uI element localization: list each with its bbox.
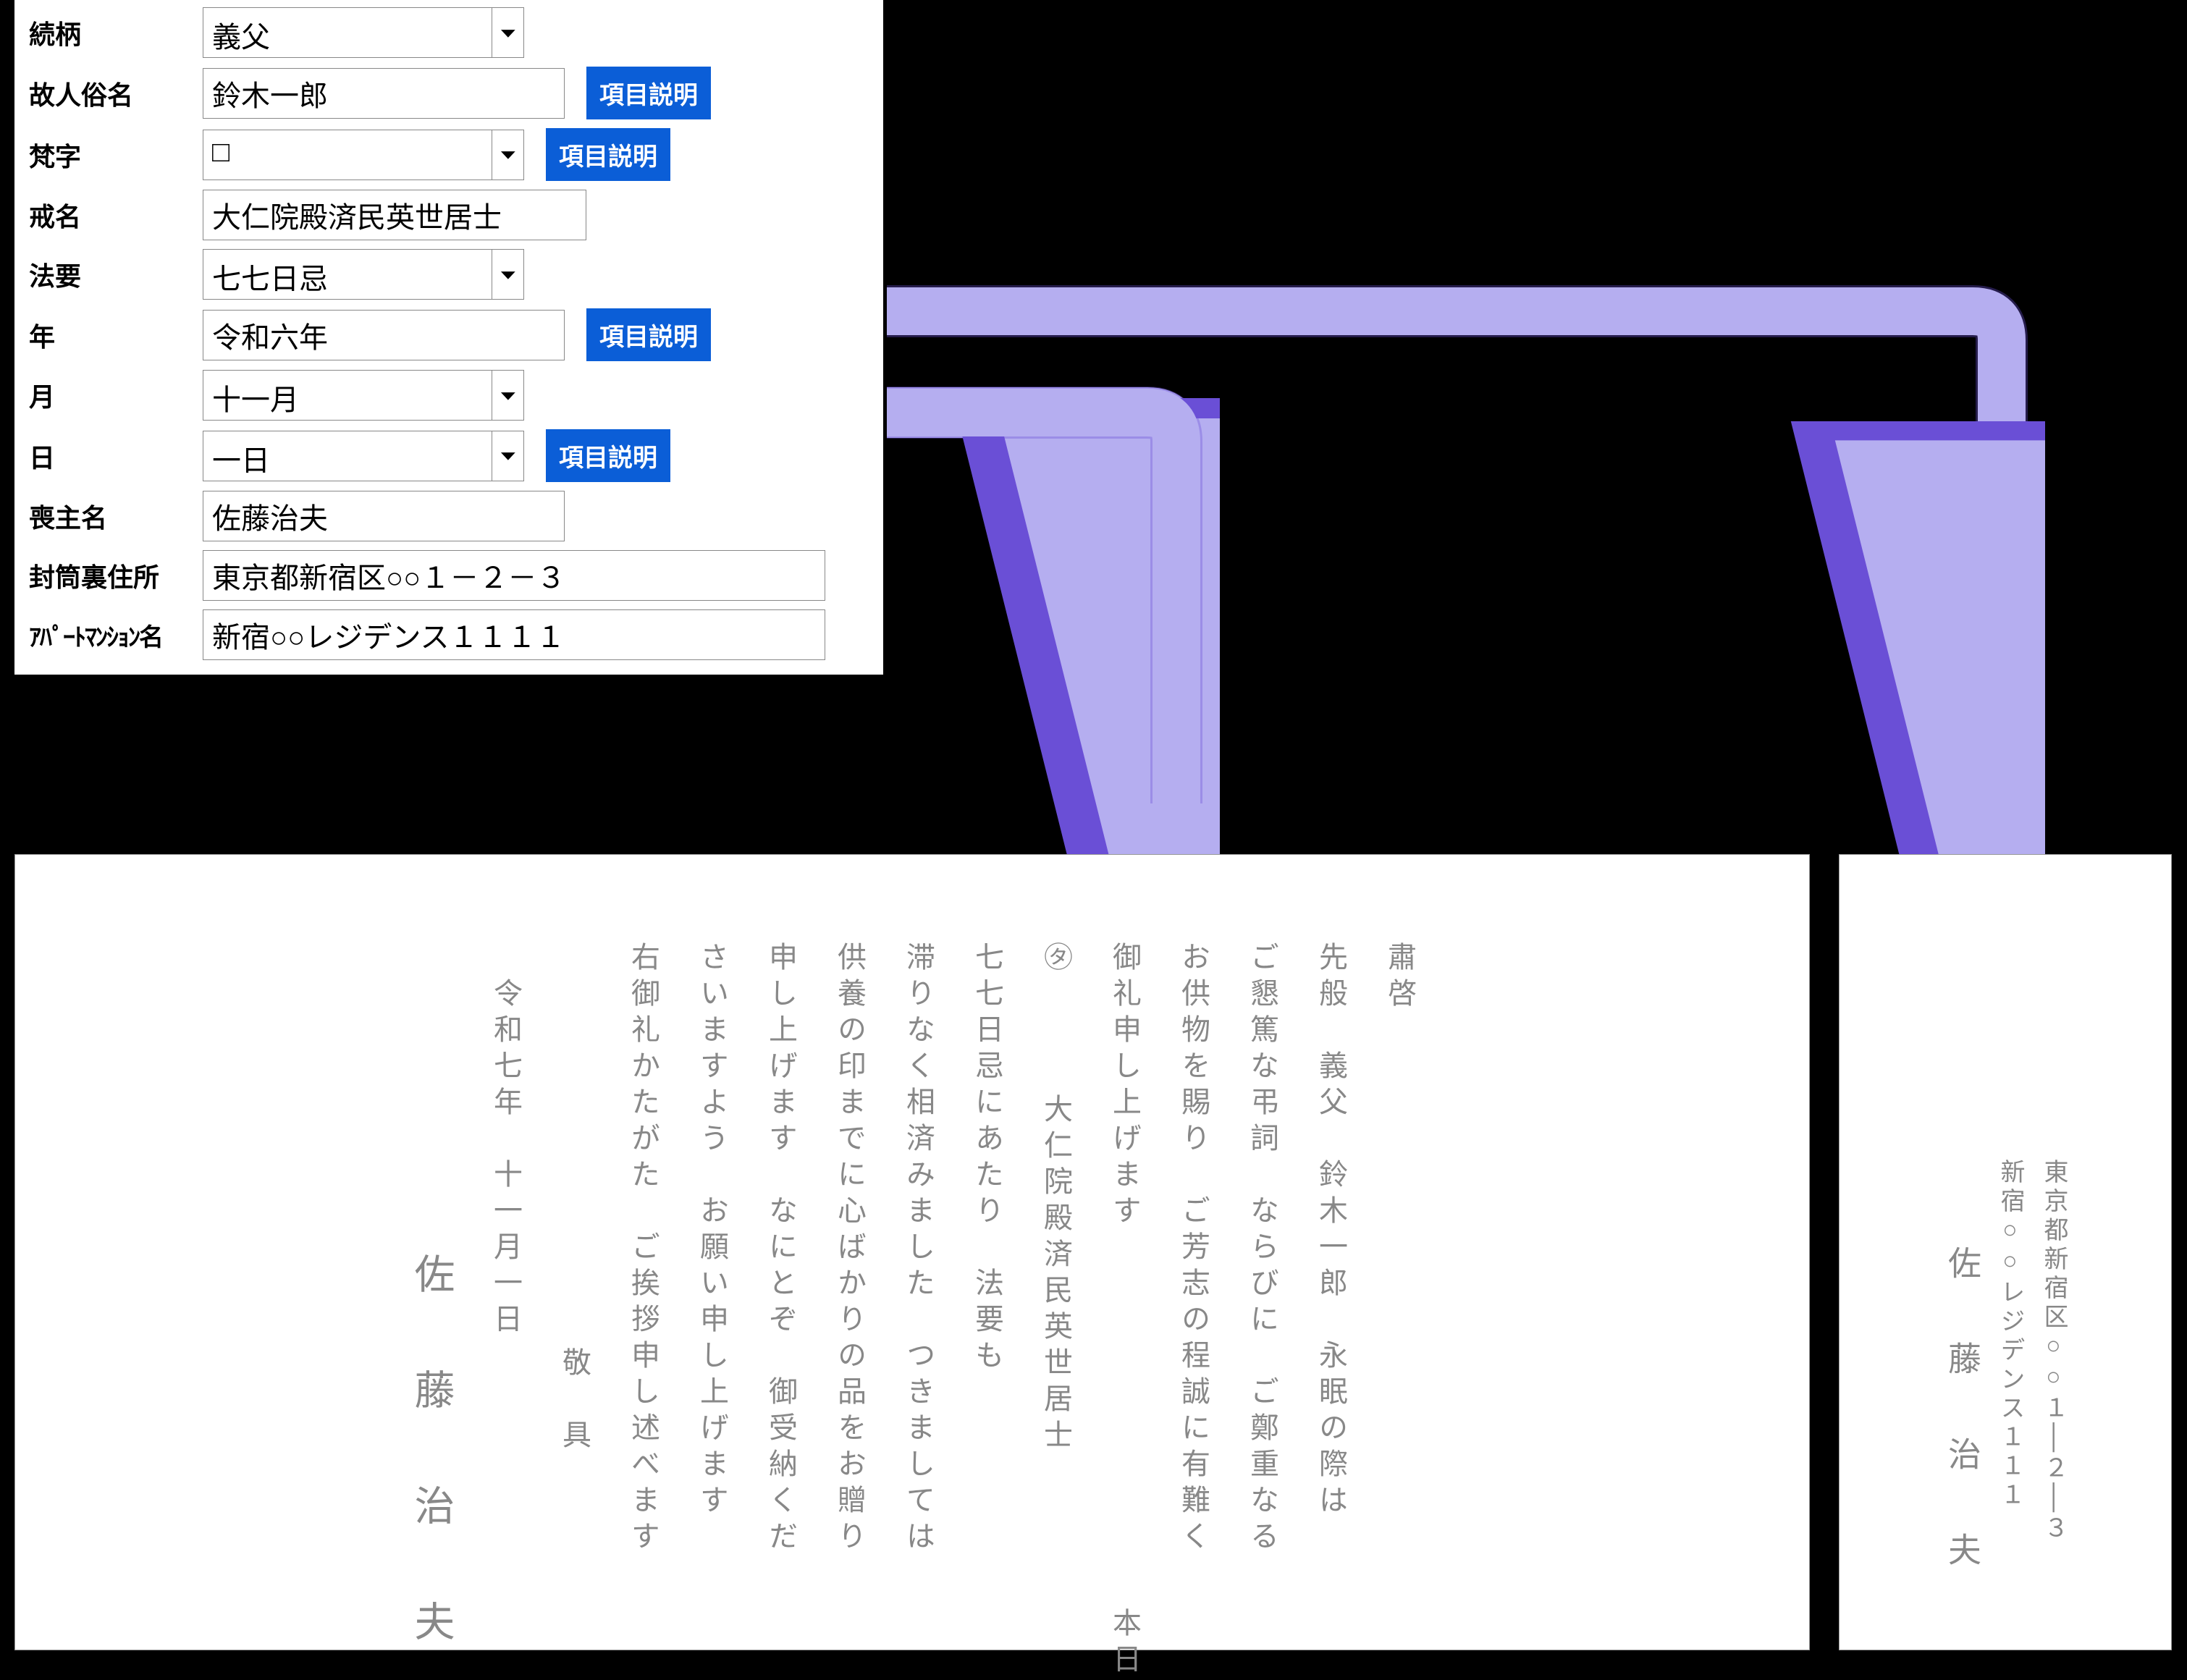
- select-month[interactable]: 十一月: [203, 370, 524, 421]
- letter-line-4: お供物を賜り ご芳志の程誠に有難く: [1179, 942, 1208, 1606]
- help-button-deceased[interactable]: 項目説明: [586, 67, 711, 119]
- arrow-to-letter: [887, 376, 1220, 854]
- envelope-address-1: 東京都新宿区○○１│２│３: [2041, 1159, 2065, 1621]
- help-button-day[interactable]: 項目説明: [546, 429, 670, 482]
- letter-line-1: 肅啓: [1385, 942, 1414, 1606]
- date-text: 令和七年 十一月一日: [489, 978, 522, 1340]
- row-apartment: ｱﾊﾟｰﾄﾏﾝｼｮﾝ名: [29, 609, 869, 660]
- input-address[interactable]: [203, 550, 825, 601]
- label-day: 日: [29, 437, 203, 475]
- letter-keigu: 敬 具: [560, 942, 589, 1606]
- label-moshu: 喪主名: [29, 497, 203, 535]
- label-kaimyo: 戒名: [29, 196, 203, 234]
- label-deceased: 故人俗名: [29, 75, 203, 112]
- label-year: 年: [29, 316, 203, 354]
- help-button-bonji[interactable]: 項目説明: [546, 128, 670, 181]
- select-relation[interactable]: 義父: [203, 7, 524, 58]
- letter-line-2: 先般 義父 鈴木一郎 永眠の際は: [1316, 942, 1345, 1606]
- letter-line-9: 供養の印までに心ばかりの品をお贈り: [835, 942, 864, 1606]
- row-kaimyo: 戒名: [29, 190, 869, 240]
- letter-date: 令和七年 十一月一日: [491, 942, 520, 1606]
- label-bonji: 梵字: [29, 136, 203, 174]
- label-apartment: ｱﾊﾟｰﾄﾏﾝｼｮﾝ名: [29, 617, 203, 653]
- chevron-down-icon: [492, 130, 524, 180]
- input-deceased[interactable]: [203, 68, 565, 119]
- letter-kaimyo: 大仁院殿済民英世居士: [1040, 1094, 1072, 1456]
- letter-line-7: 七七日忌にあたり 法要も: [972, 942, 1001, 1606]
- letter-line-5b: 本日: [1108, 1608, 1141, 1680]
- select-houyou[interactable]: 七七日忌: [203, 249, 524, 300]
- input-apartment[interactable]: [203, 609, 825, 660]
- chevron-down-icon: [492, 431, 524, 481]
- select-month-value: 十一月: [203, 370, 492, 421]
- row-year: 年 項目説明: [29, 308, 869, 361]
- letter-line-11: さいますよう お願い申し上げます: [697, 942, 726, 1606]
- input-moshu[interactable]: [203, 491, 565, 541]
- row-relation: 続柄 義父: [29, 7, 869, 58]
- row-bonji: 梵字 □ 項目説明: [29, 128, 869, 181]
- letter-line-3: ご懇篤な弔詞 ならびに ご鄭重なる: [1247, 942, 1276, 1606]
- select-relation-value: 義父: [203, 7, 492, 58]
- input-year[interactable]: [203, 310, 565, 360]
- label-address: 封筒裏住所: [29, 557, 203, 594]
- preview-letter: 肅啓 先般 義父 鈴木一郎 永眠の際は ご懇篤な弔詞 ならびに ご鄭重なる お供…: [14, 854, 1810, 1650]
- envelope-address-2: 新宿○○レジデンス１１１: [1997, 1159, 2022, 1621]
- row-deceased: 故人俗名 項目説明: [29, 67, 869, 119]
- label-houyou: 法要: [29, 256, 203, 293]
- letter-line-8: 滞りなく相済みました つきましては: [903, 942, 932, 1606]
- chevron-down-icon: [492, 370, 524, 421]
- row-moshu: 喪主名: [29, 491, 869, 541]
- help-button-year[interactable]: 項目説明: [586, 308, 711, 361]
- input-kaimyo[interactable]: [203, 190, 586, 240]
- letter-line-6: ㋟大仁院殿済民英世居士: [1041, 942, 1070, 1606]
- keigu-text: 敬 具: [558, 1347, 591, 1456]
- select-bonji[interactable]: □: [203, 130, 524, 180]
- label-relation: 続柄: [29, 14, 203, 51]
- row-day: 日 一日 項目説明: [29, 429, 869, 482]
- envelope-name-text: 佐 藤 治 夫: [1944, 1246, 1981, 1580]
- letter-line-12: 右御礼かたがた ご挨拶申し述べます: [628, 942, 657, 1606]
- chevron-down-icon: [492, 7, 524, 58]
- row-houyou: 法要 七七日忌: [29, 249, 869, 300]
- letter-line-5: 御礼申し上げます本日: [1110, 942, 1139, 1606]
- chevron-down-icon: [492, 249, 524, 300]
- select-houyou-value: 七七日忌: [203, 249, 492, 300]
- name-text: 佐 藤 治 夫: [408, 1253, 453, 1658]
- arrow-to-envelope: [887, 275, 2045, 854]
- form-panel: 続柄 義父 故人俗名 項目説明 梵字 □ 項目説明 戒名 法要 七七日忌 年 項…: [14, 0, 883, 675]
- select-day[interactable]: 一日: [203, 431, 524, 481]
- row-month: 月 十一月: [29, 370, 869, 421]
- preview-envelope: 東京都新宿区○○１│２│３ 新宿○○レジデンス１１１ 佐 藤 治 夫: [1839, 854, 2172, 1650]
- letter-line-10: 申し上げます なにとぞ 御受納くだ: [766, 942, 795, 1606]
- envelope-name: 佐 藤 治 夫: [1945, 1159, 1979, 1621]
- letter-bonji: ㋟: [1040, 942, 1072, 978]
- letter-line-5a: 御礼申し上げます: [1108, 942, 1141, 1231]
- row-address: 封筒裏住所: [29, 550, 869, 601]
- letter-sender-name: 佐 藤 治 夫: [410, 942, 451, 1606]
- select-bonji-value: □: [203, 130, 492, 180]
- label-month: 月: [29, 376, 203, 414]
- select-day-value: 一日: [203, 431, 492, 481]
